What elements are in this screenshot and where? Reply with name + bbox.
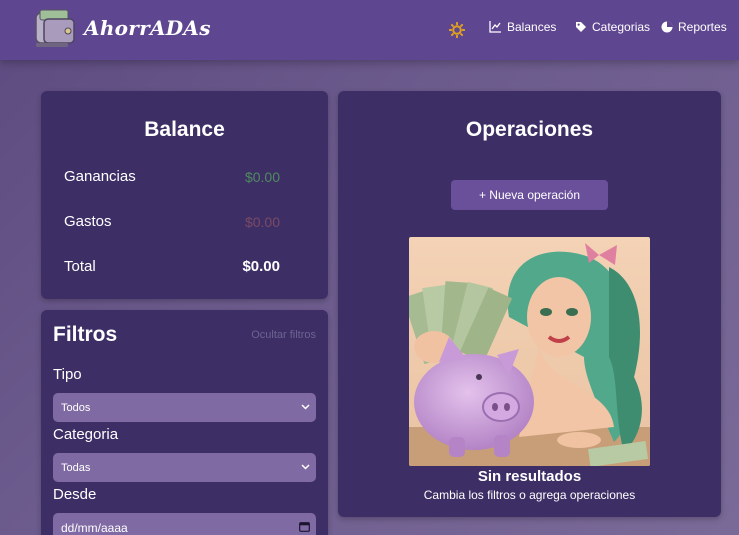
filters-title: Filtros <box>53 323 118 346</box>
hide-filters-link[interactable]: Ocultar filtros <box>251 329 316 341</box>
type-select-value: Todos <box>61 401 91 414</box>
nav-reportes[interactable]: Reportes <box>661 20 727 34</box>
type-select[interactable]: Todos <box>53 393 316 422</box>
from-date-input[interactable]: dd/mm/aaaa <box>53 513 316 535</box>
filters-card: Filtros Ocultar filtros Tipo Todos Categ… <box>41 310 328 535</box>
empty-subtitle: Cambia los filtros o agrega operaciones <box>423 488 636 502</box>
nav-categorias-label: Categorias <box>592 20 651 34</box>
from-date-label: Desde <box>53 486 97 503</box>
category-select-value: Todas <box>61 461 91 474</box>
chevron-down-icon <box>301 404 310 410</box>
expenses-label: Gastos <box>64 213 112 230</box>
category-label: Categoria <box>53 426 119 443</box>
empty-title: Sin resultados <box>477 468 582 485</box>
pie-chart-icon <box>661 21 673 33</box>
nav-balances-label: Balances <box>507 20 557 34</box>
earnings-value: $0.00 <box>244 169 280 185</box>
total-value: $0.00 <box>242 258 280 275</box>
brand-title[interactable]: AhorrADAs <box>84 16 211 40</box>
earnings-label: Ganancias <box>64 168 136 185</box>
expenses-value: $0.00 <box>244 214 280 230</box>
tag-icon <box>576 22 586 32</box>
operations-card: Operaciones + Nueva operación Sin result… <box>338 91 721 517</box>
balance-card: Balance Ganancias $0.00 Gastos $0.00 Tot… <box>41 91 328 299</box>
type-label: Tipo <box>53 366 82 383</box>
wallet-logo-icon[interactable] <box>32 7 76 51</box>
sun-icon[interactable] <box>449 22 465 38</box>
balance-title: Balance <box>144 118 225 141</box>
operations-title: Operaciones <box>465 118 594 141</box>
top-navbar: AhorrADAs Balances Categorias Reportes <box>0 0 739 60</box>
chevron-down-icon <box>301 464 310 470</box>
chart-icon <box>489 21 501 33</box>
nav-categorias[interactable]: Categorias <box>575 20 650 34</box>
total-label: Total <box>64 258 96 275</box>
category-select[interactable]: Todas <box>53 453 316 482</box>
calendar-icon[interactable] <box>299 521 310 532</box>
nav-reportes-label: Reportes <box>678 20 727 34</box>
nav-balances[interactable]: Balances <box>489 20 556 34</box>
piggy-bank-illustration <box>409 237 650 466</box>
new-operation-button[interactable]: + Nueva operación <box>451 180 608 210</box>
from-date-placeholder: dd/mm/aaaa <box>61 520 128 535</box>
